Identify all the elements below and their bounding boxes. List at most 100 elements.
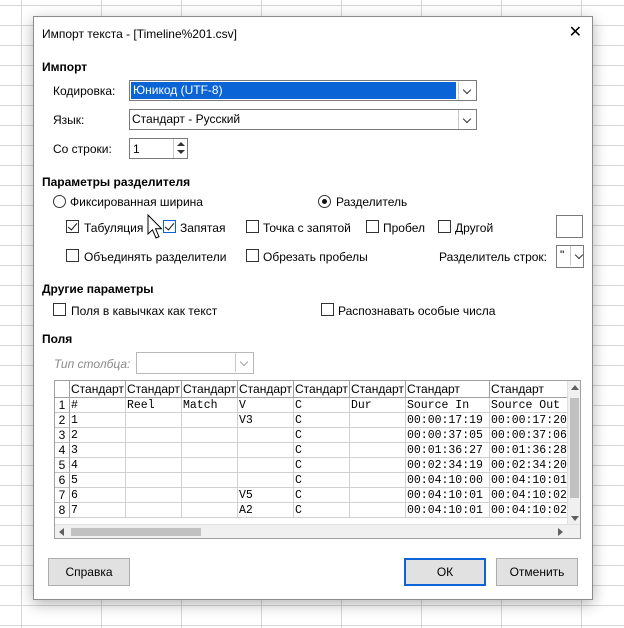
quoted-as-text-label[interactable]: Поля в кавычках как текст — [71, 304, 217, 318]
table-cell: C — [294, 458, 350, 473]
table-cell — [182, 458, 238, 473]
column-header[interactable]: Стандарт — [406, 381, 490, 398]
column-header[interactable]: Стандарт — [70, 381, 126, 398]
column-header[interactable]: Стандарт — [238, 381, 294, 398]
column-header[interactable]: Стандарт — [490, 381, 574, 398]
scroll-right-icon[interactable] — [558, 528, 563, 536]
table-cell — [182, 428, 238, 443]
table-cell: 5 — [70, 473, 126, 488]
tab-checkbox[interactable] — [66, 220, 79, 233]
table-cell: 1 — [70, 413, 126, 428]
table-cell: 7 — [70, 503, 126, 518]
table-cell: 00:00:17:20 — [490, 413, 574, 428]
table-cell: # — [70, 398, 126, 413]
spin-down-icon[interactable] — [177, 150, 185, 154]
table-cell — [350, 503, 406, 518]
column-header[interactable]: Стандарт — [350, 381, 406, 398]
quoted-as-text-checkbox[interactable] — [53, 303, 66, 316]
tab-label[interactable]: Табуляция — [84, 221, 143, 235]
table-cell — [350, 443, 406, 458]
comma-label[interactable]: Запятая — [180, 221, 225, 235]
fixed-width-label[interactable]: Фиксированная ширина — [70, 195, 203, 209]
table-cell: 00:02:34:19 — [406, 458, 490, 473]
scroll-down-icon[interactable] — [571, 516, 579, 521]
import-section-title: Импорт — [42, 60, 88, 74]
encoding-value: Юникод (UTF-8) — [131, 82, 456, 99]
trim-spaces-checkbox[interactable] — [246, 249, 259, 262]
table-cell — [182, 443, 238, 458]
table-cell: Dur — [350, 398, 406, 413]
column-header[interactable]: Стандарт — [182, 381, 238, 398]
language-select[interactable]: Стандарт - Русский — [129, 109, 477, 130]
table-cell: C — [294, 503, 350, 518]
cancel-button[interactable]: Отменить — [496, 558, 578, 586]
row-number: 2 — [55, 413, 70, 428]
column-header[interactable]: Стандарт — [294, 381, 350, 398]
separated-radio[interactable] — [318, 195, 331, 208]
table-cell — [350, 473, 406, 488]
ok-button[interactable]: ОК — [404, 558, 486, 586]
other-label[interactable]: Другой — [455, 221, 493, 235]
table-cell — [126, 503, 182, 518]
spinner-buttons[interactable] — [173, 139, 187, 158]
table-cell: C — [294, 398, 350, 413]
table-cell: 00:04:10:01 — [406, 503, 490, 518]
table-cell: 6 — [70, 488, 126, 503]
other-checkbox[interactable] — [438, 220, 451, 233]
row-number: 8 — [55, 503, 70, 518]
string-delimiter-label: Разделитель строк: — [439, 250, 548, 264]
help-button[interactable]: Справка — [48, 558, 130, 586]
other-separator-input[interactable] — [556, 215, 583, 238]
spin-up-icon[interactable] — [177, 142, 185, 146]
trim-spaces-label[interactable]: Обрезать пробелы — [263, 250, 368, 264]
table-cell: 00:04:10:01 — [406, 488, 490, 503]
horizontal-scroll-thumb[interactable] — [71, 528, 201, 536]
table-cell — [126, 428, 182, 443]
title-bar: Импорт текста - [Timeline%201.csv] ✕ — [34, 17, 592, 51]
chevron-down-icon[interactable] — [570, 246, 583, 265]
merge-delimiters-checkbox[interactable] — [66, 249, 79, 262]
vertical-scroll-thumb[interactable] — [570, 398, 579, 498]
table-cell: Source In — [406, 398, 490, 413]
column-header[interactable]: Стандарт — [126, 381, 182, 398]
space-label[interactable]: Пробел — [383, 221, 425, 235]
scroll-left-icon[interactable] — [59, 528, 64, 536]
detect-special-numbers-label[interactable]: Распознавать особые числа — [338, 304, 495, 318]
table-cell — [238, 428, 294, 443]
table-cell: 00:00:37:06 — [490, 428, 574, 443]
table-cell: Source Out — [490, 398, 574, 413]
row-number: 6 — [55, 473, 70, 488]
fixed-width-radio[interactable] — [53, 195, 66, 208]
semicolon-label[interactable]: Точка с запятой — [263, 221, 351, 235]
fields-section-title: Поля — [42, 332, 73, 346]
table-cell — [182, 413, 238, 428]
row-number: 1 — [55, 398, 70, 413]
chevron-down-icon[interactable] — [458, 81, 476, 100]
semicolon-checkbox[interactable] — [246, 220, 259, 233]
from-row-spinner[interactable]: 1 — [129, 138, 188, 159]
table-cell: Match — [182, 398, 238, 413]
space-checkbox[interactable] — [366, 220, 379, 233]
table-cell: 00:04:10:02 — [490, 488, 574, 503]
encoding-select[interactable]: Юникод (UTF-8) — [129, 80, 477, 101]
table-cell — [126, 488, 182, 503]
scroll-up-icon[interactable] — [571, 385, 579, 390]
chevron-down-icon[interactable] — [235, 353, 253, 372]
string-delimiter-select[interactable]: " — [556, 245, 584, 268]
detect-special-numbers-checkbox[interactable] — [321, 303, 334, 316]
fields-preview-table[interactable]: Стандарт Стандарт Стандарт Стандарт Стандарт… — [54, 380, 581, 539]
column-type-select[interactable] — [136, 352, 254, 374]
table-cell — [350, 488, 406, 503]
table-cell: 3 — [70, 443, 126, 458]
vertical-scrollbar[interactable] — [567, 381, 580, 525]
table-cell — [126, 413, 182, 428]
table-cell — [182, 488, 238, 503]
separated-label[interactable]: Разделитель — [336, 195, 407, 209]
from-row-value: 1 — [133, 142, 140, 156]
horizontal-scrollbar[interactable] — [55, 524, 580, 538]
table-cell: A2 — [238, 503, 294, 518]
merge-delimiters-label[interactable]: Объединять разделители — [84, 250, 226, 264]
import-text-dialog: Импорт текста - [Timeline%201.csv] ✕ Имп… — [33, 16, 593, 600]
chevron-down-icon[interactable] — [458, 110, 476, 129]
close-icon[interactable]: ✕ — [569, 24, 582, 42]
